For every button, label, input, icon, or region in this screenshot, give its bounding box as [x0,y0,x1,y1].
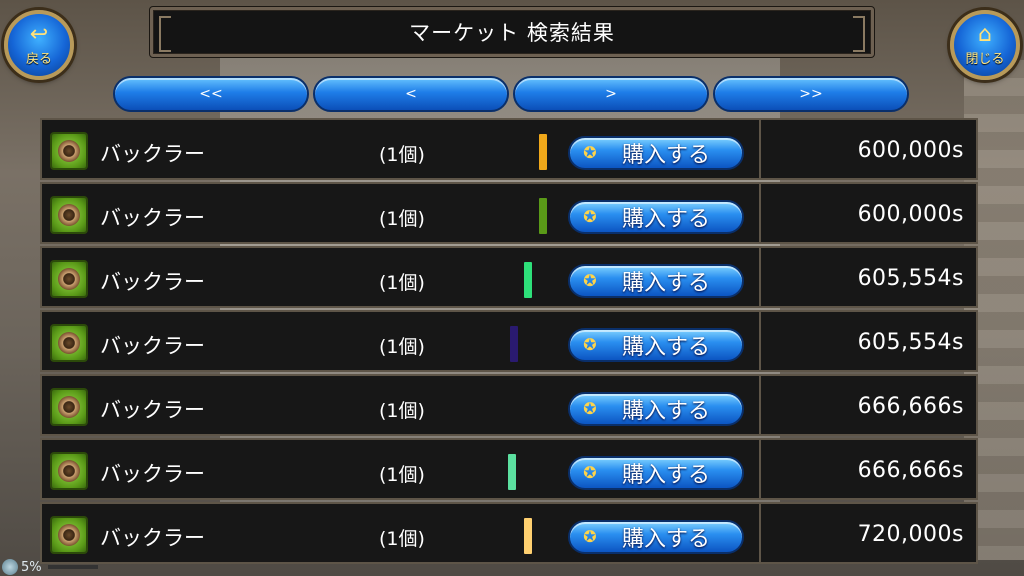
buy-label: 購入する [622,143,711,168]
next-page-button[interactable]: > [513,76,709,112]
item-name: バックラー [100,142,205,166]
quality-bar [524,518,532,554]
list-item: バックラー (1個) ✪ 購入する 605,554s [40,246,978,308]
coin-icon: ✪ [583,527,597,546]
buckler-icon [50,132,88,170]
column-divider [759,312,761,370]
item-name: バックラー [100,526,205,550]
first-page-button[interactable]: << [113,76,309,112]
buy-button[interactable]: ✪ 購入する [568,136,744,170]
buy-label: 購入する [622,335,711,360]
buckler-icon [50,388,88,426]
list-item: バックラー (1個) ✪ 購入する 600,000s [40,118,978,180]
item-quantity: (1個) [379,528,425,550]
close-button[interactable]: ⌂ 閉じる [950,10,1020,80]
item-price: 720,000s [857,522,964,547]
coin-icon: ✪ [583,143,597,162]
column-divider [759,440,761,498]
list-item: バックラー (1個) ✪ 購入する 720,000s [40,502,978,564]
coin-icon: ✪ [583,335,597,354]
item-name: バックラー [100,270,205,294]
buy-label: 購入する [622,527,711,552]
list-item: バックラー (1個) ✪ 購入する 605,554s [40,310,978,372]
list-item: バックラー (1個) ✪ 購入する 666,666s [40,374,978,436]
last-page-button[interactable]: >> [713,76,909,112]
back-label: 戻る [25,51,52,67]
column-divider [759,376,761,434]
status-percent: 5% [21,559,42,575]
buy-button[interactable]: ✪ 購入する [568,520,744,554]
item-name: バックラー [100,206,205,230]
item-price: 600,000s [857,138,964,163]
quality-bar [539,134,547,170]
column-divider [759,248,761,306]
buy-button[interactable]: ✪ 購入する [568,264,744,298]
return-arrow-icon: ↩ [29,21,49,47]
back-button[interactable]: ↩ 戻る [4,10,74,80]
item-price: 666,666s [857,458,964,483]
item-quantity: (1個) [379,208,425,230]
home-icon: ⌂ [978,21,992,47]
buckler-icon [50,452,88,490]
list-item: バックラー (1個) ✪ 購入する 666,666s [40,438,978,500]
buy-label: 購入する [622,207,711,232]
title-bar: マーケット 検索結果 [150,7,874,57]
buckler-icon [50,260,88,298]
buckler-icon [50,324,88,362]
buckler-icon [50,196,88,234]
item-name: バックラー [100,334,205,358]
status-indicator: 5% [2,558,98,576]
quality-bar [539,198,547,234]
quality-bar [508,454,516,490]
buy-button[interactable]: ✪ 購入する [568,456,744,490]
item-name: バックラー [100,398,205,422]
item-quantity: (1個) [379,464,425,486]
status-meter [47,565,98,569]
pager: << < > >> [113,76,909,112]
item-quantity: (1個) [379,400,425,422]
gauge-icon [2,559,18,575]
item-name: バックラー [100,462,205,486]
coin-icon: ✪ [583,207,597,226]
item-quantity: (1個) [379,336,425,358]
list-item: バックラー (1個) ✪ 購入する 600,000s [40,182,978,244]
buy-label: 購入する [622,463,711,488]
buy-button[interactable]: ✪ 購入する [568,200,744,234]
item-quantity: (1個) [379,272,425,294]
item-price: 600,000s [857,202,964,227]
coin-icon: ✪ [583,399,597,418]
buckler-icon [50,516,88,554]
buy-button[interactable]: ✪ 購入する [568,328,744,362]
buy-label: 購入する [622,399,711,424]
coin-icon: ✪ [583,463,597,482]
quality-bar [524,262,532,298]
page-title: マーケット 検索結果 [409,21,615,45]
quality-bar [510,326,518,362]
item-price: 605,554s [857,266,964,291]
item-price: 605,554s [857,330,964,355]
column-divider [759,504,761,562]
prev-page-button[interactable]: < [313,76,509,112]
buy-button[interactable]: ✪ 購入する [568,392,744,426]
close-label: 閉じる [965,51,1005,67]
item-quantity: (1個) [379,144,425,166]
column-divider [759,120,761,178]
column-divider [759,184,761,242]
item-price: 666,666s [857,394,964,419]
buy-label: 購入する [622,271,711,296]
coin-icon: ✪ [583,271,597,290]
market-results-list[interactable]: バックラー (1個) ✪ 購入する 600,000s バックラー (1個) ✪ … [40,118,978,576]
